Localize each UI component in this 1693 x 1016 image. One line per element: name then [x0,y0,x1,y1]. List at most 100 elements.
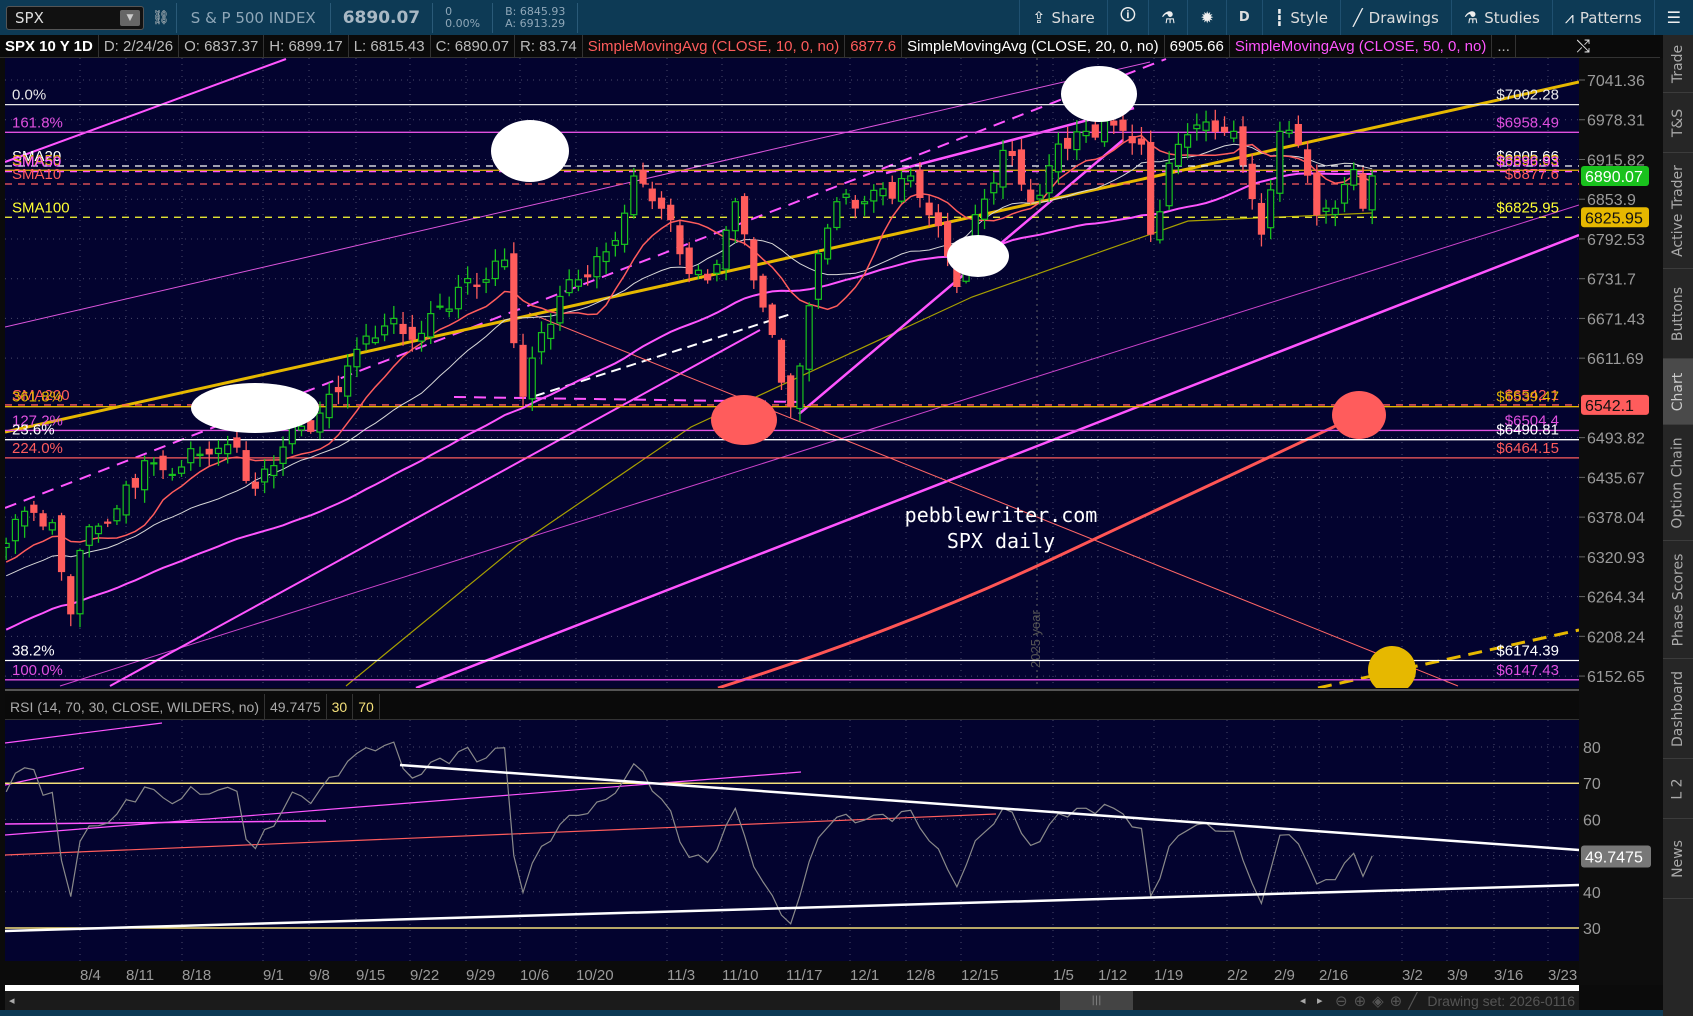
price-chart[interactable]: 2025 year pebblewriter.com SPX daily 0.0… [0,0,1693,1016]
candle-up [196,453,204,457]
zoom-tools[interactable]: ⊖⊕◈⊕╱ [1335,992,1423,1010]
candle-up [1054,143,1062,173]
plot-area[interactable] [5,58,1579,688]
highlight-ellipse [491,120,569,182]
sidebar-tab-option-chain[interactable]: Option Chain [1663,425,1693,541]
flask-button[interactable]: ⚗ [1148,0,1187,35]
scroll-left-icon[interactable]: ◂ [9,994,15,1007]
symbol-selector[interactable]: SPX ▼ [6,5,144,30]
more-studies[interactable]: ... [1492,34,1516,58]
candle-up [380,325,389,336]
candle-down [667,204,675,221]
sma20-value: 6905.66 [1165,34,1230,58]
info-button[interactable]: 🛈 [1106,0,1148,35]
candle-down [67,576,75,615]
date-label: 3/2 [1402,967,1423,984]
candle-down [473,284,481,287]
rsi-header: RSI (14, 70, 30, CLOSE, WILDERS, no) 49.… [5,693,1579,720]
candle-down [750,239,758,281]
candle-up [833,201,841,229]
price-tick-label: 6731.7 [1587,272,1636,289]
rsi-study-label[interactable]: RSI (14, 70, 30, CLOSE, WILDERS, no) [5,693,265,720]
date-label: 10/20 [576,967,614,984]
level-left-label: SMA100 [12,199,70,216]
red-marker-circle [1332,391,1386,439]
candle-down [1008,150,1016,157]
candle-down [233,437,241,448]
watermark-site: pebblewriter.com [905,503,1098,527]
sma50-study-label[interactable]: SimpleMovingAvg (CLOSE, 50, 0, no) [1230,34,1493,58]
candle-up [344,365,352,397]
sidebar-tab-trade[interactable]: Trade [1663,35,1693,93]
candle-up [980,198,989,220]
date-label: 12/8 [906,967,935,984]
level-left-label: 224.0% [12,440,63,457]
sma20-study-label[interactable]: SimpleMovingAvg (CLOSE, 20, 0, no) [902,34,1165,58]
scroll-thumb[interactable]: ||| [1060,991,1133,1010]
candle-up [1230,130,1238,139]
price-tag-label: 6825.95 [1585,210,1643,227]
style-button[interactable]: ┇ Style [1261,0,1340,35]
candle-down [399,323,407,335]
rsi-tick-label: 70 [1583,776,1601,793]
crosshair-toggle-icon[interactable]: ⤭ [1571,35,1660,58]
date-label: 8/11 [126,967,154,984]
chevron-down-icon[interactable]: ▼ [120,9,140,26]
candle-down [759,275,767,308]
horizontal-scrollbar[interactable]: ◂ ||| ◂ ▸ ⊖⊕◈⊕╱ Drawing set: 2026-0116 [5,991,1579,1010]
candle-up [76,549,84,615]
sidebar-tab-l2[interactable]: L 2 [1663,759,1693,819]
menu-button[interactable]: ☰ [1653,0,1693,35]
candle-down [934,212,942,227]
tab-label: Dashboard [1670,670,1686,747]
tab-label: News [1670,839,1686,878]
price-tick-label: 6978.31 [1587,113,1645,130]
link-icon[interactable]: ⛓ [152,10,170,26]
candle-up [1156,211,1164,241]
drawing-set-label[interactable]: Drawing set: 2026-0116 [1427,993,1575,1009]
period-button[interactable]: D [1225,0,1262,35]
candle-up [999,149,1007,188]
candle-down [1257,202,1266,235]
studies-button[interactable]: ⚗ Studies [1450,0,1552,35]
sidebar-tab-dashboard[interactable]: Dashboard [1663,659,1693,759]
sidebar-tab-phase-scores[interactable]: Phase Scores [1663,541,1693,659]
candle-up [722,229,730,270]
sidebar-tab-buttons[interactable]: Buttons [1663,269,1693,359]
sidebar-tab-ts[interactable]: T&S [1663,93,1693,153]
scroll-left-small-icon[interactable]: ◂ [1300,994,1306,1007]
share-button[interactable]: ⇪ Share [1019,0,1107,35]
sidebar-tab-news[interactable]: News [1663,819,1693,899]
candle-up [1082,130,1090,137]
candle-up [1276,130,1284,194]
price-tick-label: 6853.9 [1587,192,1636,209]
drawings-button[interactable]: ╱ Drawings [1340,0,1451,35]
candle-up [824,227,832,260]
date-label: 9/22 [410,967,439,984]
candle-up [261,468,269,483]
patterns-button[interactable]: ⩘ Patterns [1551,0,1654,35]
candle-down [584,274,592,278]
candle-up [879,188,887,197]
level-right-label: $6464.15 [1496,440,1559,457]
top-toolbar: SPX ▼ ⛓ S & P 500 INDEX 6890.07 0 0.00% B:… [0,0,1693,35]
bar-range: R: 83.74 [515,34,583,58]
candle-up [796,365,804,410]
candle-down [1359,173,1367,209]
sidebar-tab-active-trader[interactable]: Active Trader [1663,153,1693,269]
candle-down [648,188,656,202]
tab-label: T&S [1669,108,1686,137]
tab-label: Active Trader [1670,164,1686,257]
candle-up [214,447,223,455]
sidebar-tab-chart[interactable]: Chart [1663,359,1693,425]
tab-label: Option Chain [1670,436,1687,529]
sma10-study-label[interactable]: SimpleMovingAvg (CLOSE, 10, 0, no) [583,34,846,58]
scroll-right-icon[interactable]: ▸ [1317,994,1323,1007]
candle-up [528,357,536,400]
candle-down [1017,149,1026,185]
price-tick-label: 6671.43 [1587,311,1645,328]
level-right-label: $6877.6 [1505,166,1559,183]
settings-button[interactable]: ✹ [1187,0,1225,35]
chart-title: SPX 10 Y 1D [0,34,99,58]
price-tick-label: 6378.04 [1587,510,1645,527]
